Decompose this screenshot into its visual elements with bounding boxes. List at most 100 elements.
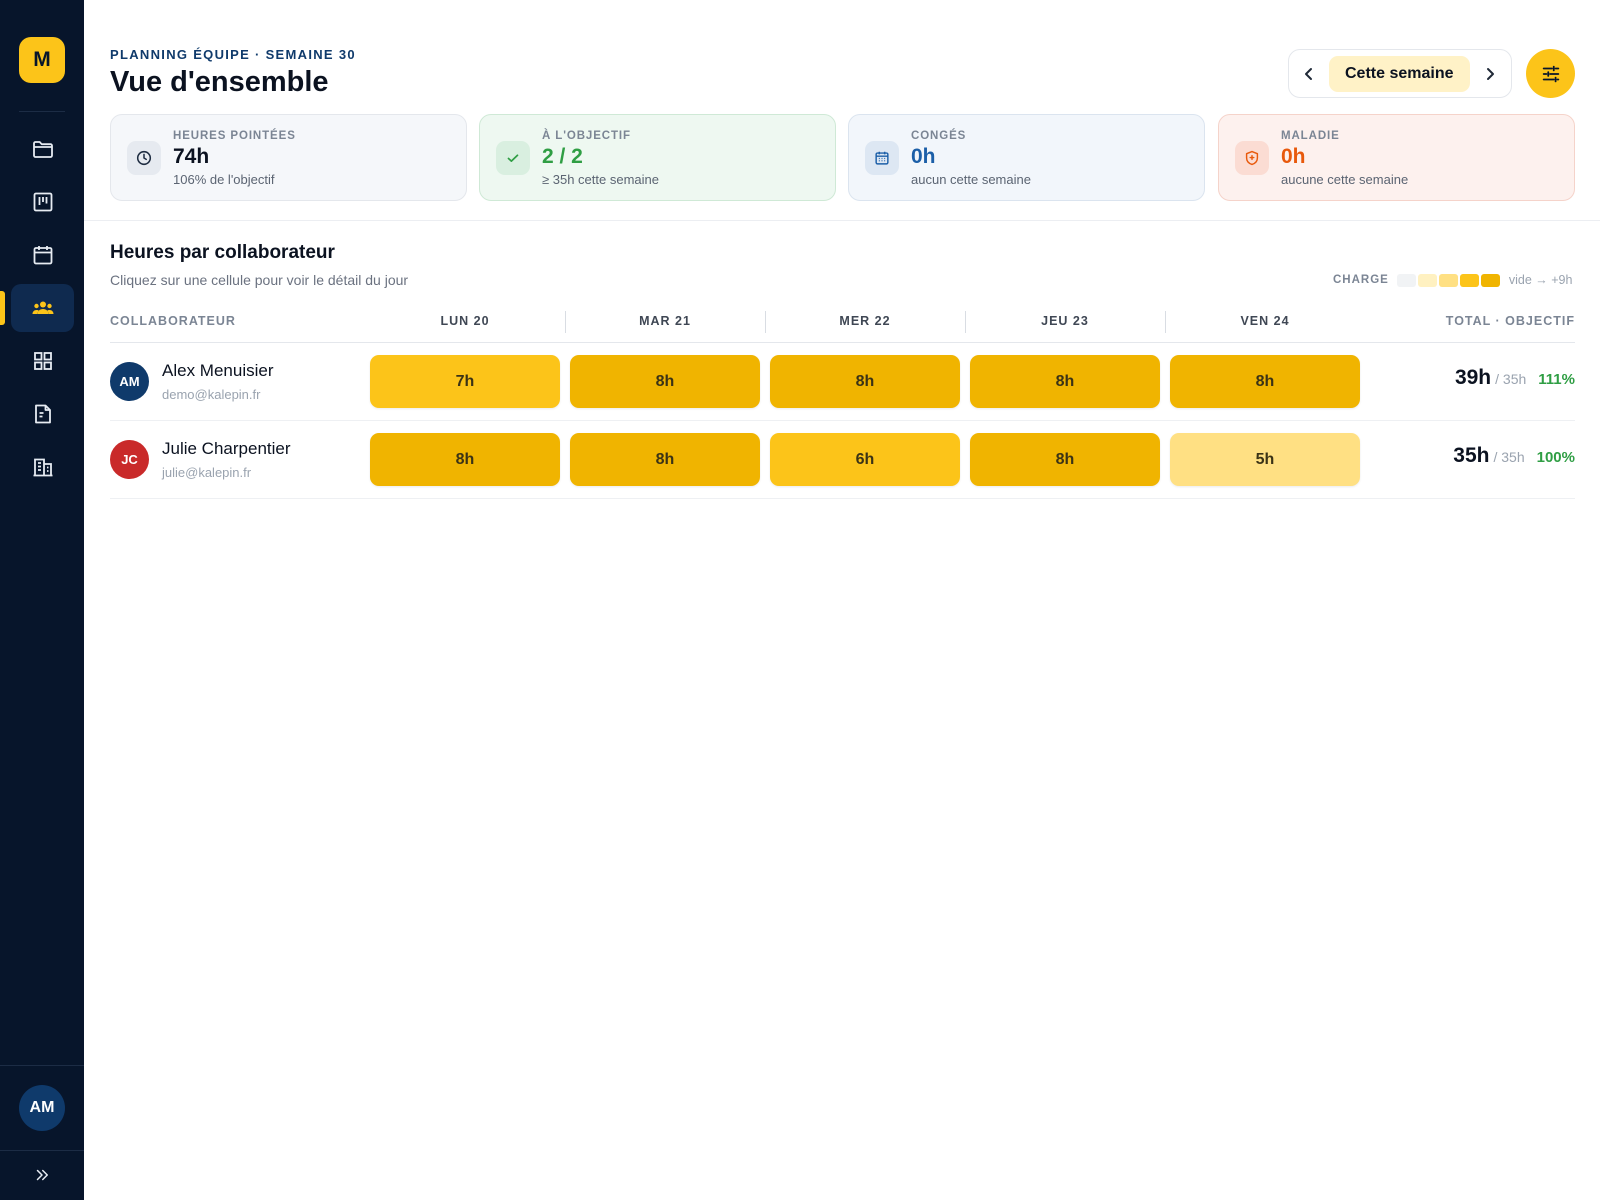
stat-card-sickness: MALADIE 0h aucune cette semaine [1218, 114, 1575, 201]
chevron-left-icon [1305, 67, 1312, 80]
shield-icon [1235, 141, 1269, 175]
hours-cell[interactable]: 6h [770, 433, 960, 486]
next-week-button[interactable] [1470, 50, 1510, 97]
chevron-right-icon [1486, 67, 1494, 80]
column-header-day: VEN 24 [1240, 314, 1290, 328]
sidebar-divider [19, 111, 65, 112]
column-header-total: TOTAL · OBJECTIF [1445, 314, 1575, 328]
legend-swatch [1480, 273, 1500, 287]
sidebar-item-projects[interactable] [11, 125, 74, 173]
active-indicator [0, 291, 5, 325]
total-hours: 35h [1453, 444, 1490, 467]
page-eyebrow: PLANNING ÉQUIPE · SEMAINE 30 [110, 47, 356, 62]
folder-icon [32, 141, 53, 158]
total-percentage: 111% [1538, 371, 1575, 388]
stat-subtext: aucun cette semaine [911, 172, 1031, 187]
user-avatar[interactable]: AM [19, 1085, 65, 1131]
section-subtitle: Cliquez sur une cellule pour voir le dét… [110, 272, 409, 288]
table-header-border [110, 342, 1575, 343]
sidebar-item-calendar[interactable] [11, 231, 74, 279]
legend-swatch [1396, 273, 1416, 287]
hours-cell[interactable]: 8h [770, 355, 960, 408]
stat-label: À L'OBJECTIF [542, 130, 631, 142]
sidebar: M AM [0, 0, 84, 1200]
legend-range: vide → +9h [1508, 273, 1573, 287]
filter-button[interactable] [1526, 49, 1575, 98]
column-header-day: JEU 23 [1041, 314, 1089, 328]
stat-value: 0h [1281, 145, 1306, 168]
total-hours: 39h [1454, 366, 1492, 389]
stat-value: 2 / 2 [542, 145, 583, 168]
sidebar-item-board[interactable] [11, 178, 74, 226]
sidebar-footer-divider [0, 1065, 84, 1066]
clock-icon [127, 141, 161, 175]
section-divider [84, 220, 1600, 221]
hours-cell[interactable]: 8h [1170, 355, 1360, 408]
stat-label: CONGÉS [911, 130, 967, 142]
hours-cell[interactable]: 8h [370, 433, 560, 486]
sidebar-item-companies[interactable] [11, 443, 74, 491]
total-summary: 39h/ 35h 111% [1375, 366, 1575, 390]
app-logo[interactable]: M [19, 37, 65, 83]
hours-cell[interactable]: 8h [970, 433, 1160, 486]
stat-label: HEURES POINTÉES [173, 130, 296, 142]
document-icon [34, 404, 51, 424]
stat-value: 74h [173, 145, 210, 168]
legend-swatch [1417, 273, 1437, 287]
sidebar-item-documents[interactable] [11, 390, 74, 438]
column-separator [965, 311, 966, 333]
chevrons-right-icon [36, 1169, 48, 1181]
hours-cell[interactable]: 8h [570, 433, 760, 486]
employee-avatar: AM [110, 362, 149, 401]
stat-value: 0h [911, 145, 936, 168]
row-border [110, 420, 1575, 421]
section-title: Heures par collaborateur [110, 242, 335, 263]
sidebar-footer-divider [0, 1150, 84, 1151]
hours-cell[interactable]: 5h [1170, 433, 1360, 486]
column-header-day: MER 22 [839, 314, 891, 328]
total-percentage: 100% [1536, 449, 1575, 466]
page-title: Vue d'ensemble [110, 66, 329, 98]
stat-subtext: aucune cette semaine [1281, 172, 1409, 187]
legend-label: CHARGE [1333, 274, 1389, 286]
hours-cell[interactable]: 8h [570, 355, 760, 408]
team-icon [32, 301, 53, 314]
stat-subtext: ≥ 35h cette semaine [542, 172, 659, 187]
sliders-icon [1542, 65, 1559, 82]
stat-subtext: 106% de l'objectif [173, 172, 275, 187]
column-separator [565, 311, 566, 333]
current-week-button[interactable]: Cette semaine [1329, 55, 1470, 92]
kanban-icon [33, 192, 52, 212]
total-objective: / 35h [1495, 371, 1527, 387]
hours-cell[interactable]: 8h [970, 355, 1160, 408]
legend-swatch [1438, 273, 1458, 287]
calendar-icon [865, 141, 899, 175]
sidebar-item-team[interactable] [11, 284, 74, 332]
week-navigator: Cette semaine [1288, 49, 1512, 98]
column-separator [1165, 311, 1166, 333]
column-header-day: LUN 20 [440, 314, 490, 328]
expand-sidebar-button[interactable] [28, 1163, 56, 1187]
stat-card-hours: HEURES POINTÉES 74h 106% de l'objectif [110, 114, 467, 201]
building-icon [33, 458, 52, 477]
total-summary: 35h/ 35h 100% [1375, 444, 1575, 468]
stat-card-objective: À L'OBJECTIF 2 / 2 ≥ 35h cette semaine [479, 114, 836, 201]
column-separator [765, 311, 766, 333]
check-icon [496, 141, 530, 175]
employee-name: Julie Charpentier [162, 439, 291, 458]
column-header-employee: COLLABORATEUR [110, 314, 236, 328]
row-border [110, 498, 1575, 499]
employee-email: demo@kalepin.fr [162, 387, 261, 402]
sidebar-item-dashboard[interactable] [11, 337, 74, 385]
stat-label: MALADIE [1281, 130, 1340, 142]
previous-week-button[interactable] [1289, 50, 1329, 97]
hours-cell[interactable]: 7h [370, 355, 560, 408]
calendar-icon [33, 246, 52, 265]
legend-swatch [1459, 273, 1479, 287]
employee-email: julie@kalepin.fr [162, 465, 252, 480]
stat-card-leave: CONGÉS 0h aucun cette semaine [848, 114, 1205, 201]
column-header-day: MAR 21 [639, 314, 691, 328]
load-legend: CHARGE vide → +9h [1333, 273, 1572, 287]
employee-name: Alex Menuisier [162, 361, 274, 380]
total-objective: / 35h [1493, 449, 1525, 465]
